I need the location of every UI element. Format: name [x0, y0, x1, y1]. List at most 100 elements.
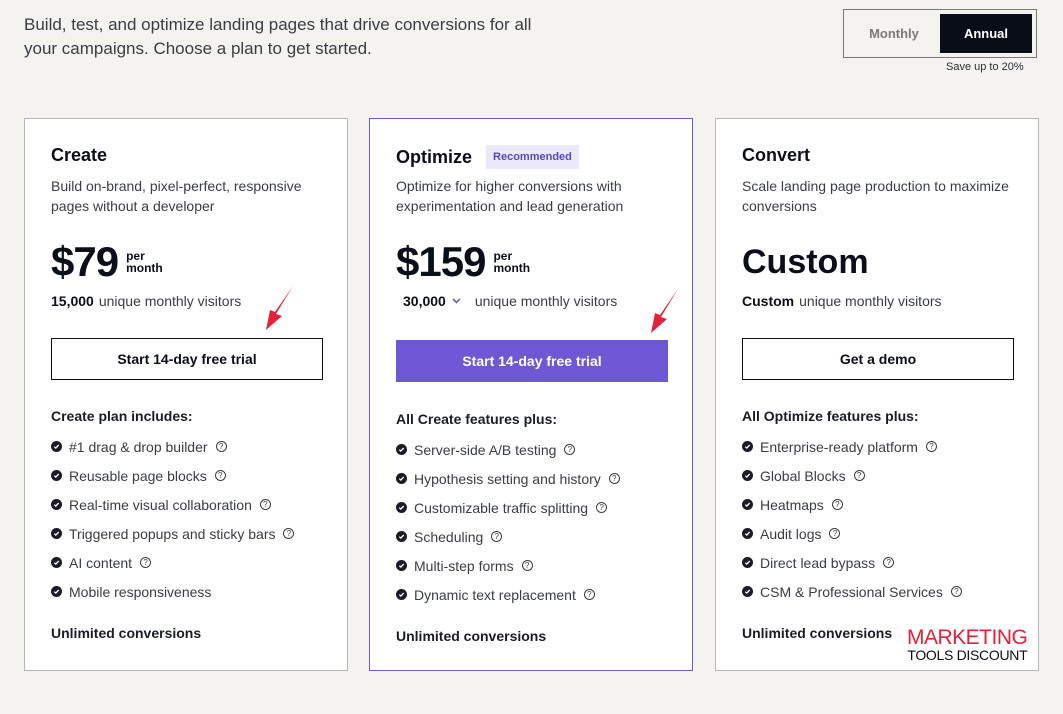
check-circle-icon: [396, 531, 407, 542]
help-circle-icon[interactable]: ?: [583, 589, 595, 600]
feature-item: Mobile responsiveness: [51, 577, 294, 606]
plan-description: Scale landing page production to maximiz…: [742, 178, 1009, 214]
plan-description: Optimize for higher conversions with exp…: [396, 178, 624, 214]
billing-toggle[interactable]: Monthly Annual: [843, 9, 1037, 58]
visitors-value: 15,000: [51, 293, 94, 309]
plan-name: Convert: [742, 145, 811, 165]
check-circle-icon: [51, 499, 62, 510]
feature-item: #1 drag & drop builder?: [51, 432, 294, 461]
check-circle-icon: [742, 557, 753, 568]
check-circle-icon: [742, 528, 753, 539]
help-circle-icon[interactable]: ?: [140, 557, 152, 568]
visitors-info: Custom unique monthly visitors: [742, 293, 942, 309]
intro-text: Build, test, and optimize landing pages …: [24, 15, 532, 58]
plan-card-convert: Convert Scale landing page production to…: [715, 118, 1039, 671]
plan-price: $79: [51, 238, 119, 285]
help-circle-icon[interactable]: ?: [596, 502, 608, 513]
feature-item: Enterprise-ready platform?: [742, 432, 962, 461]
annotation-arrow-icon: [651, 289, 678, 333]
start-trial-button[interactable]: Start 14-day free trial: [396, 340, 668, 382]
price-row: Custom: [742, 237, 869, 287]
help-circle-icon[interactable]: ?: [215, 441, 227, 452]
feature-item: Global Blocks?: [742, 461, 962, 490]
feature-item: Hypothesis setting and history?: [396, 464, 620, 493]
help-circle-icon[interactable]: ?: [853, 470, 865, 481]
plan-description: Build on-brand, pixel-perfect, responsiv…: [51, 178, 302, 214]
help-circle-icon[interactable]: ?: [831, 499, 843, 510]
feature-item: Reusable page blocks?: [51, 461, 294, 490]
check-circle-icon: [396, 444, 407, 455]
billing-option-monthly[interactable]: Monthly: [848, 14, 940, 53]
check-circle-icon: [51, 470, 62, 481]
help-circle-icon[interactable]: ?: [950, 586, 962, 597]
help-circle-icon[interactable]: ?: [925, 441, 937, 452]
watermark-logo: MARKETING TOOLS DISCOUNT: [907, 626, 1028, 663]
plan-name: Create: [51, 145, 108, 165]
feature-list: #1 drag & drop builder? Reusable page bl…: [51, 432, 295, 606]
feature-item: Dynamic text replacement?: [396, 580, 620, 609]
plan-price: $159: [396, 238, 486, 285]
help-circle-icon[interactable]: ?: [829, 528, 841, 539]
billing-option-annual[interactable]: Annual: [940, 14, 1032, 53]
get-demo-button[interactable]: Get a demo: [742, 338, 1014, 380]
feature-list: Enterprise-ready platform? Global Blocks…: [742, 432, 962, 606]
features-title: Create plan includes:: [51, 408, 193, 424]
check-circle-icon: [51, 586, 62, 597]
check-circle-icon: [742, 586, 753, 597]
plan-card-optimize: Optimize Recommended Optimize for higher…: [369, 118, 693, 671]
check-circle-icon: [51, 441, 62, 452]
plan-footer-note: Unlimited conversions: [742, 625, 893, 641]
save-note: Save up to 20%: [946, 61, 1024, 73]
check-circle-icon: [396, 589, 407, 600]
price-unit-month: month: [126, 261, 163, 275]
plan-name: Optimize: [396, 146, 473, 167]
help-circle-icon[interactable]: ?: [283, 528, 295, 539]
plan-price: Custom: [742, 243, 869, 281]
help-circle-icon[interactable]: ?: [214, 470, 226, 481]
price-unit: per month: [493, 250, 530, 274]
feature-item: Server-side A/B testing?: [396, 435, 620, 464]
help-circle-icon[interactable]: ?: [608, 473, 620, 484]
check-circle-icon: [742, 470, 753, 481]
feature-item: Triggered popups and sticky bars?: [51, 519, 295, 548]
check-circle-icon: [51, 557, 62, 568]
check-circle-icon: [51, 528, 62, 539]
feature-item: Real-time visual collaboration?: [51, 490, 294, 519]
plan-card-create: Create Build on-brand, pixel-perfect, re…: [24, 118, 348, 671]
check-circle-icon: [742, 499, 753, 510]
watermark-line2: TOOLS DISCOUNT: [907, 647, 1028, 663]
feature-item: Audit logs?: [742, 519, 962, 548]
visitors-info: 30,000 unique monthly visitors: [396, 293, 617, 309]
price-unit-month: month: [493, 261, 531, 275]
feature-item: Scheduling?: [396, 522, 620, 551]
visitors-value: Custom: [742, 293, 795, 309]
visitors-label: unique monthly visitors: [474, 293, 618, 309]
feature-list: Server-side A/B testing? Hypothesis sett…: [396, 435, 620, 609]
watermark-line1: MARKETING: [907, 626, 1028, 649]
recommended-badge: Recommended: [486, 145, 579, 169]
features-title: All Optimize features plus:: [742, 408, 919, 424]
feature-item: Customizable traffic splitting?: [396, 493, 620, 522]
check-circle-icon: [396, 473, 407, 484]
help-circle-icon[interactable]: ?: [521, 560, 533, 571]
help-circle-icon[interactable]: ?: [491, 531, 503, 542]
visitors-label: unique monthly visitors: [799, 293, 942, 309]
visitors-info: 15,000 unique monthly visitors: [51, 293, 241, 309]
feature-item: Direct lead bypass?: [742, 548, 962, 577]
features-title: All Create features plus:: [396, 411, 558, 427]
chevron-down-icon: [452, 295, 461, 307]
check-circle-icon: [396, 560, 407, 571]
visitors-label: unique monthly visitors: [98, 293, 242, 309]
feature-item: AI content?: [51, 548, 294, 577]
annotation-arrow-icon: [266, 286, 293, 330]
visitors-value: 30,000: [403, 293, 446, 309]
start-trial-button[interactable]: Start 14-day free trial: [51, 338, 323, 380]
help-circle-icon[interactable]: ?: [883, 557, 895, 568]
help-circle-icon[interactable]: ?: [259, 499, 271, 510]
price-row: $79 per month: [51, 237, 163, 287]
help-circle-icon[interactable]: ?: [564, 444, 576, 455]
plan-footer-note: Unlimited conversions: [396, 628, 547, 644]
visitors-dropdown[interactable]: 30,000: [403, 293, 461, 309]
feature-item: Multi-step forms?: [396, 551, 620, 580]
plan-footer-note: Unlimited conversions: [51, 625, 202, 641]
